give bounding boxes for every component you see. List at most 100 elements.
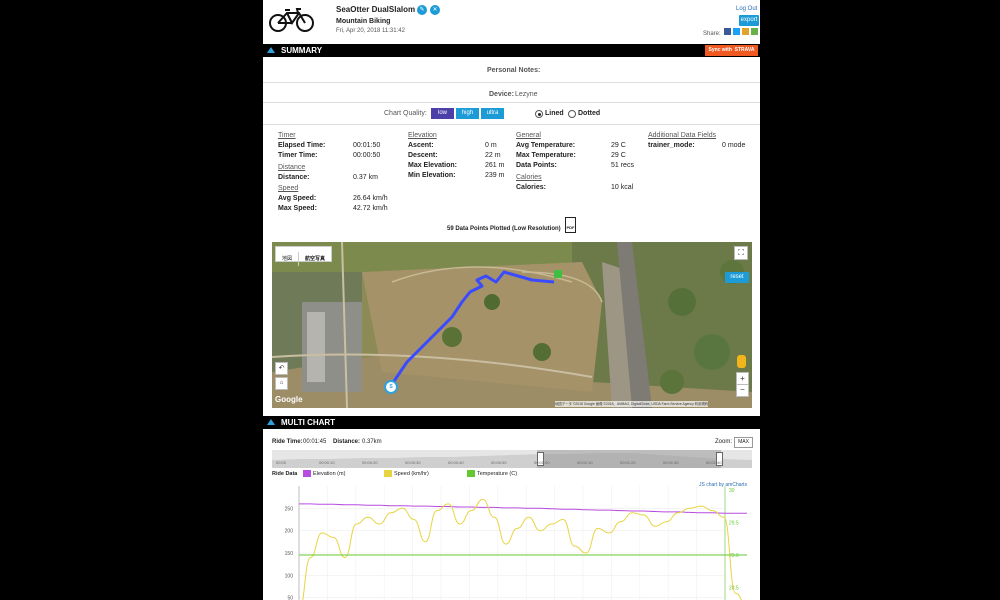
stats-timer: Timer <box>278 132 296 139</box>
lined-radio[interactable] <box>535 110 543 118</box>
avg-speed-label: Avg Speed: <box>278 195 317 202</box>
google-logo: Google <box>275 395 303 404</box>
scrollbar-tick-label: 00:00:30 <box>405 460 421 465</box>
ride-time-value: 00:01:45 <box>303 439 327 445</box>
elevation-heading: Elevation <box>408 132 437 139</box>
right-axis-tick-label: 29.5 <box>729 521 739 527</box>
route-map[interactable]: 地図 航空写真 ⛶ reset S ↶ ⌂ + − Google 地図データ ©2… <box>272 242 752 408</box>
left-axis-tick-label: 250 <box>285 506 294 512</box>
activity-page: SeaOtter DualSlalom ✎ ✕ Mountain Biking … <box>263 0 760 600</box>
max-speed-label: Max Speed: <box>278 205 317 212</box>
pdf-icon[interactable]: PDF <box>565 217 576 233</box>
activity-title: SeaOtter DualSlalom <box>336 5 416 14</box>
device-value: Lezyne <box>515 91 538 98</box>
speed-heading: Speed <box>278 185 299 192</box>
facebook-icon[interactable] <box>724 28 731 35</box>
ascent-value: 0 m <box>485 142 497 149</box>
map-reset-button[interactable]: reset <box>725 272 749 283</box>
map-tab[interactable]: 地図 <box>276 252 298 266</box>
edit-icon[interactable]: ✎ <box>417 5 427 15</box>
bike-logo-icon <box>268 5 316 33</box>
start-flag-icon <box>554 270 562 278</box>
collapse-icon <box>267 418 275 425</box>
scrollbar-tick-label: 00:01:20 <box>620 460 636 465</box>
multichart-title: MULTI CHART <box>281 418 336 427</box>
end-marker-icon: S <box>384 380 398 394</box>
data-points-value: 51 recs <box>611 162 634 169</box>
logout-link[interactable]: Log Out <box>736 5 757 14</box>
timer-time-label: Timer Time: <box>278 152 318 159</box>
activity-datetime: Fri, Apr 20, 2018 11:31:42 <box>336 28 405 34</box>
rotate-icon[interactable]: ↶ <box>275 362 288 375</box>
email-icon[interactable] <box>742 28 749 35</box>
collapse-icon <box>267 46 275 53</box>
quality-high-button[interactable]: high <box>456 108 479 119</box>
zoom-out-button[interactable]: − <box>736 384 749 397</box>
chart-scrollbar[interactable]: 00:00 00:00:10 00:00:20 00:00:30 00:00:40 00:… <box>272 450 752 468</box>
ride-time-label: Ride Time: <box>272 439 303 445</box>
device-label: Device: <box>489 91 514 98</box>
lined-label: Lined <box>545 110 564 117</box>
pegman-icon[interactable] <box>737 355 746 368</box>
distance-heading: Distance <box>278 164 306 171</box>
scrollbar-tick-label: 00:00:10 <box>319 460 335 465</box>
map-attribution: 地図データ ©2018 Google 画像 ©2018、AMBAG, Digit… <box>555 401 709 407</box>
dotted-radio[interactable] <box>568 110 576 118</box>
quality-ultra-button[interactable]: ultra <box>481 108 504 119</box>
scrollbar-tick-label: 00:00:40 <box>448 460 464 465</box>
data-points-label: Data Points: <box>516 162 557 169</box>
elapsed-time-value: 00:01:50 <box>353 142 381 149</box>
legend-temperature-swatch[interactable] <box>467 470 475 477</box>
avg-speed-value: 26.64 km/h <box>353 195 388 202</box>
summary-section-bar[interactable]: SUMMARY <box>263 44 760 57</box>
trainer-mode-value: 0 mode <box>722 142 746 149</box>
data-points-plotted: 59 Data Points Plotted (Low Resolution) <box>447 226 561 232</box>
share-more-icon[interactable] <box>751 28 758 35</box>
descent-value: 22 m <box>485 152 501 159</box>
share-label: Share: <box>703 31 721 37</box>
distance-value: 0.37 km <box>353 174 378 181</box>
max-temperature-label: Max Temperature: <box>516 152 576 159</box>
descent-label: Descent: <box>408 152 438 159</box>
export-button[interactable]: export <box>739 15 759 26</box>
calories-heading: Calories <box>516 174 542 181</box>
distance-label: Distance: <box>278 174 310 181</box>
activity-type: Mountain Biking <box>336 18 391 25</box>
strava-sync-button[interactable]: Sync with STRAVA <box>705 45 758 56</box>
max-speed-value: 42.72 km/h <box>353 205 388 212</box>
timer-time-value: 00:00:50 <box>353 152 381 159</box>
scrollbar-preview <box>272 450 752 468</box>
dotted-label: Dotted <box>578 110 601 117</box>
zoom-max-button[interactable]: MAX <box>734 437 753 448</box>
tilt-icon[interactable]: ⌂ <box>275 377 288 390</box>
delete-icon[interactable]: ✕ <box>430 5 440 15</box>
scrollbar-tick-label: 00:01:10 <box>577 460 593 465</box>
twitter-icon[interactable] <box>733 28 740 35</box>
quality-low-button[interactable]: low <box>431 108 454 119</box>
scrollbar-tick-label: 00:01:00 <box>534 460 550 465</box>
min-elevation-label: Min Elevation: <box>408 172 456 179</box>
max-elevation-label: Max Elevation: <box>408 162 458 169</box>
fullscreen-icon[interactable]: ⛶ <box>734 246 748 260</box>
chart-quality-label: Chart Quality: <box>384 110 427 117</box>
series-line-speed <box>302 498 742 600</box>
satellite-tab[interactable]: 航空写真 <box>298 252 331 266</box>
satellite-map-image <box>272 242 752 408</box>
left-axis-tick-label: 200 <box>285 529 294 535</box>
calories-label: Calories: <box>516 184 546 191</box>
multichart-section-bar[interactable]: MULTI CHART <box>263 416 760 429</box>
legend-elevation-swatch[interactable] <box>303 470 311 477</box>
personal-notes-label: Personal Notes: <box>487 67 541 74</box>
avg-temperature-label: Avg Temperature: <box>516 142 576 149</box>
left-axis-tick-label: 100 <box>285 573 294 579</box>
legend-speed-swatch[interactable] <box>384 470 392 477</box>
right-axis-tick-label: 30 <box>729 488 735 494</box>
left-axis-tick-label: 50 <box>287 596 293 600</box>
left-axis-tick-label: 150 <box>285 551 294 557</box>
map-type-tabs: 地図 航空写真 <box>275 246 333 266</box>
calories-value: 10 kcal <box>611 184 634 191</box>
distance-chart-value: 0.37km <box>362 439 382 445</box>
zoom-label: Zoom: <box>715 439 733 445</box>
max-elevation-value: 261 m <box>485 162 505 169</box>
multi-line-chart[interactable]: 05010015020025028.529.029.530 <box>263 478 760 600</box>
